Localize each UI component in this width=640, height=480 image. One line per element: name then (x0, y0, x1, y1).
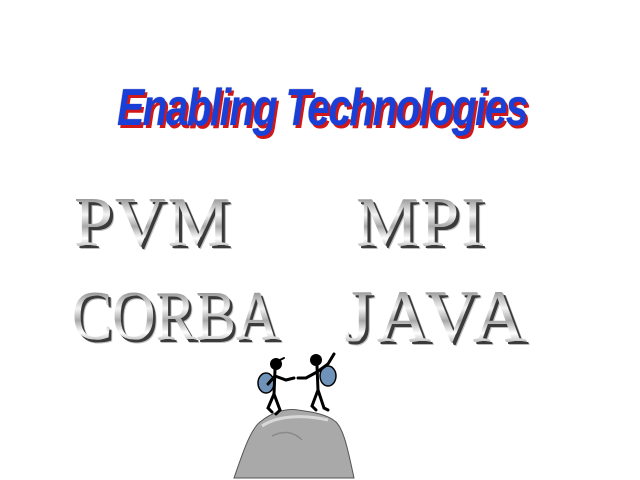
right-hiker (296, 352, 337, 412)
slide-title: Enabling Technologies (117, 79, 528, 137)
tech-label-corba: CORBA (72, 278, 280, 355)
slide: Enabling Technologies PVM MPI CORBA JAVA (0, 0, 640, 480)
left-hiker (257, 357, 296, 416)
hikers-handshake-clipart (233, 352, 355, 479)
tech-label-mpi: MPI (356, 184, 487, 261)
tech-label-java: JAVA (344, 276, 531, 358)
mountain-peak (233, 409, 355, 479)
tech-label-pvm: PVM (74, 184, 232, 261)
